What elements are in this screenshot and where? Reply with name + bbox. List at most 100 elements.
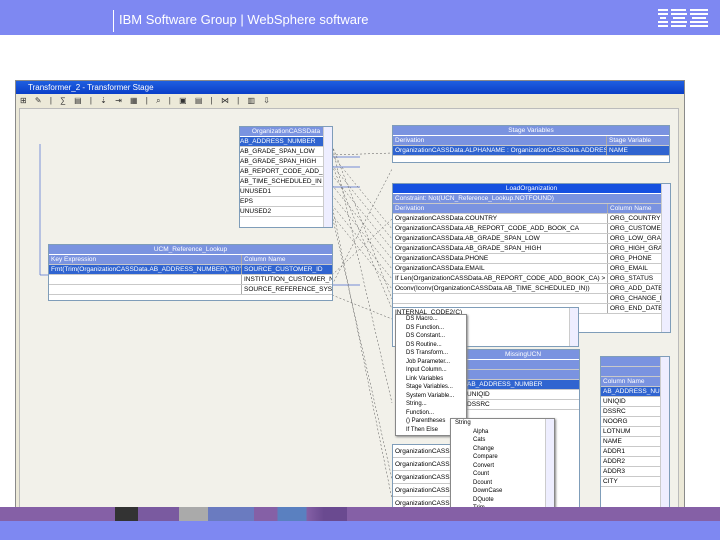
list-item[interactable]: NOORG [601,417,669,427]
table-row[interactable]: OrganizationCASSData.AB_REPORT_CODE_ADD_… [393,224,670,234]
panel-title: Stage Variables [393,126,669,136]
table-row[interactable]: If Len(OrganizationCASSData.AB_REPORT_CO… [393,274,670,284]
derivation[interactable]: OrganizationCASSData.AB_GRADE_SPAN_HIGH [393,244,608,253]
list-item[interactable]: AB_TIME_SCHEDULED_IN [240,177,332,187]
org-cass-data-panel: OrganizationCASSData AB_ADDRESS_NUMBER A… [239,126,333,228]
column-header: Column Name [244,256,286,263]
list-item[interactable]: LOTNUM [601,427,669,437]
panel-title: LoadOrganization [393,184,670,194]
menu-item[interactable]: DS Transform... [396,349,466,358]
toolbar[interactable]: ⊞ ✎ | ∑ ▤ | ⇣ ⇥ ▦ | ⌕ | ▣ ▤ | ⋈ | ▥ ⇩ [16,94,684,108]
key-expression[interactable]: Fmt(Trim(OrganizationCASSData.AB_ADDRESS… [49,265,242,274]
list-item[interactable]: UNUSED1 [240,187,332,197]
scrollbar[interactable] [323,127,332,227]
column-header: Derivation [393,136,607,145]
function-item[interactable]: Dcount [463,479,554,488]
menu-item[interactable]: DS Macro... [396,315,466,324]
menu-item[interactable]: Function... [396,409,466,418]
function-item[interactable]: Convert [463,462,554,471]
function-item[interactable]: Change [463,445,554,454]
ucm-reference-lookup-panel: UCM_Reference_Lookup Key Expression Colum… [48,244,333,301]
table-row[interactable]: ORG_CHANGE_DATE [393,294,670,304]
column-header: Stage Variable [609,137,652,144]
panel-title: OrganizationCASSData [240,127,332,137]
function-item[interactable]: Alpha [463,428,554,437]
key-expression[interactable] [49,275,242,284]
list-item[interactable]: EPS [240,197,332,207]
list-item[interactable]: AB_ADDRESS_NUMBER [467,380,579,390]
list-item[interactable]: UNIQID [467,390,579,400]
table-row[interactable]: OrganizationCASSData.AB_GRADE_SPAN_LOW OR… [393,234,670,244]
list-item[interactable]: ADDR3 [601,467,669,477]
panel-title: UCM_Reference_Lookup [49,245,332,255]
function-item[interactable]: Count [463,470,554,479]
column-header: Column Name [601,377,669,387]
derivation[interactable]: OrganizationCASSData.EMAIL [393,264,608,273]
list-item[interactable]: AB_REPORT_CODE_ADD_I [240,167,332,177]
table-row[interactable]: Fmt(Trim(OrganizationCASSData.AB_ADDRESS… [49,265,332,275]
constraint[interactable]: Constraint: Not(UCN_Reference_Lookup.NOT… [393,194,670,204]
table-row[interactable]: OrganizationCASSData.ALPHANAME : Organiz… [393,146,669,156]
list-item[interactable]: NAME [601,437,669,447]
stage-variable[interactable]: NAME [607,146,669,155]
function-item[interactable]: DownCase [463,487,554,496]
list-item[interactable]: ADDR2 [601,457,669,467]
derivation[interactable]: If Len(OrganizationCASSData.AB_REPORT_CO… [393,274,608,283]
menu-item[interactable]: System Variable... [396,392,466,401]
derivation[interactable]: Oconv(Iconv(OrganizationCASSData.AB_TIME… [393,284,608,293]
menu-item[interactable]: DS Constant... [396,332,466,341]
column-name[interactable]: SOURCE_CUSTOMER_ID [242,265,332,274]
scrollbar[interactable] [661,184,670,332]
panel-title: MissingUCN [467,350,579,360]
list-item[interactable]: DSSRC [467,400,579,410]
table-row[interactable]: OrganizationCASSData.COUNTRY ORG_COUNTRY [393,214,670,224]
menu-item[interactable]: Stage Variables... [396,383,466,392]
window-title: Transformer_2 - Transformer Stage [16,81,684,94]
function-item[interactable]: DQuote [463,496,554,505]
table-row[interactable]: OrganizationCASSData.PHONE ORG_PHONE [393,254,670,264]
menu-item[interactable]: DS Routine... [396,341,466,350]
column-name[interactable]: INSTITUTION_CUSTOMER_NUM [242,275,332,284]
link-canvas: OrganizationCASSData AB_ADDRESS_NUMBER A… [19,108,679,514]
menu-item[interactable]: DS Function... [396,324,466,333]
stage-variables-panel: Stage Variables Derivation Stage Variable… [392,125,670,163]
list-item[interactable]: DSSRC [601,407,669,417]
category-string[interactable]: String [451,419,554,428]
menu-item[interactable]: Job Parameter... [396,358,466,367]
table-row[interactable]: INSTITUTION_CUSTOMER_NUM [49,275,332,285]
list-item[interactable]: AB_GRADE_SPAN_HIGH [240,157,332,167]
list-item[interactable]: ADDR1 [601,447,669,457]
column-header: Derivation [393,204,608,213]
key-expression[interactable] [49,285,242,294]
table-row[interactable]: OrganizationCASSData.EMAIL ORG_EMAIL [393,264,670,274]
footer-bar [0,521,720,540]
missing-ucn-columns: Column Name AB_ADDRESS_NUMBERUNIQIDDSSRC… [600,356,670,509]
ibm-logo [658,9,708,27]
transformer-stage-window: Transformer_2 - Transformer Stage ⊞ ✎ | … [15,80,685,517]
derivation[interactable]: OrganizationCASSData.AB_GRADE_SPAN_LOW [393,234,608,243]
column-header: Key Expression [49,255,242,264]
derivation[interactable]: OrganizationCASSData.COUNTRY [393,214,608,223]
table-row[interactable]: SOURCE_REFERENCE_SYSTEM [49,285,332,295]
derivation[interactable]: OrganizationCASSData.PHONE [393,254,608,263]
function-item[interactable]: Cats [463,436,554,445]
table-row[interactable]: Oconv(Iconv(OrganizationCASSData.AB_TIME… [393,284,670,294]
footer-image-strip [115,507,405,521]
list-item[interactable]: UNUSED2 [240,207,332,217]
derivation[interactable]: OrganizationCASSData.ALPHANAME : Organiz… [393,146,607,155]
menu-item[interactable]: String... [396,400,466,409]
table-row[interactable]: OrganizationCASSData.AB_GRADE_SPAN_HIGH O… [393,244,670,254]
list-item[interactable]: UNIQID [601,397,669,407]
derivation[interactable] [393,294,608,303]
list-item[interactable]: CITY [601,477,669,487]
function-item[interactable]: Compare [463,453,554,462]
list-item[interactable]: AB_ADDRESS_NUMBER [601,387,669,397]
column-name[interactable]: SOURCE_REFERENCE_SYSTEM [242,285,332,294]
menu-item[interactable]: Input Column... [396,366,466,375]
function-submenu: String Alpha Cats Change Compare Convert Coun… [450,418,555,514]
derivation[interactable]: OrganizationCASSData.AB_REPORT_CODE_ADD_… [393,224,608,233]
menu-item[interactable]: Link Variables [396,375,466,384]
list-item[interactable]: AB_ADDRESS_NUMBER [240,137,332,147]
list-item[interactable]: AB_GRADE_SPAN_LOW [240,147,332,157]
header-divider [113,10,114,32]
